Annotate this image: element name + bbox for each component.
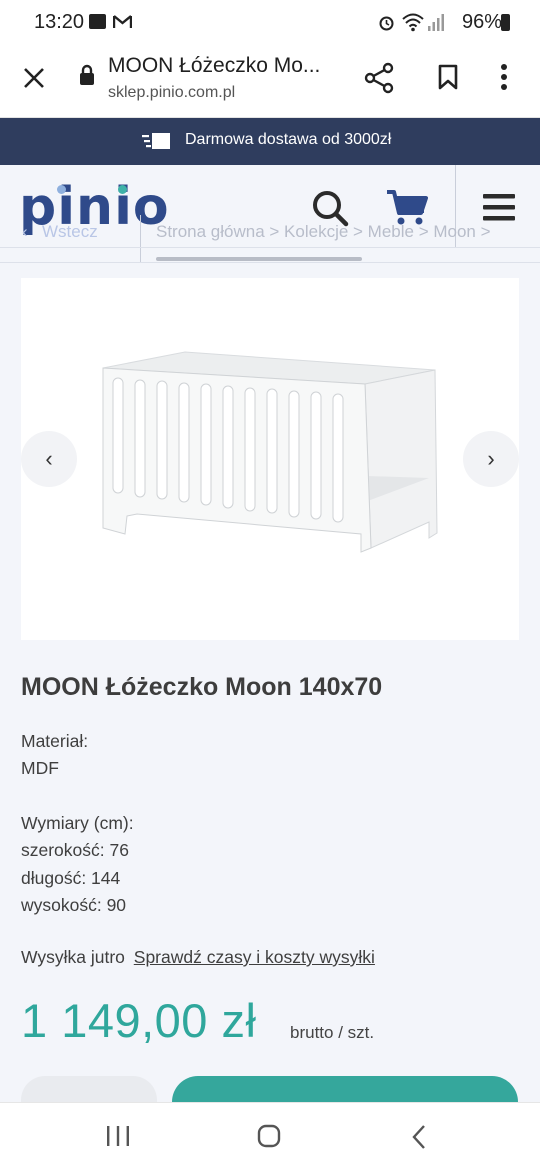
breadcrumb-top-line: [0, 247, 540, 248]
dimension-length: długość: 144: [21, 868, 121, 888]
page-title[interactable]: MOON Łóżeczko Mo...: [108, 54, 320, 78]
product-image: [102, 351, 438, 553]
material-value: MDF: [21, 758, 59, 778]
dimensions-label: Wymiary (cm):: [21, 813, 134, 833]
shipping-text: Wysyłka jutro: [21, 947, 125, 967]
home-icon[interactable]: [257, 1124, 281, 1153]
gallery-notification-icon: [89, 14, 106, 29]
back-link[interactable]: ‹ Wstecz: [22, 222, 98, 242]
alarm-icon: [378, 14, 395, 36]
delivery-icon: [142, 131, 172, 156]
shipping-info: Wysyłka jutro Sprawdź czasy i koszty wys…: [21, 947, 375, 968]
status-bar: 13:20 96%: [0, 0, 540, 46]
share-icon[interactable]: [364, 62, 394, 99]
battery-icon: [501, 14, 510, 31]
close-tab-icon[interactable]: [22, 66, 46, 95]
clock: 13:20: [34, 11, 85, 33]
back-label: Wstecz: [42, 222, 98, 241]
recent-apps-icon[interactable]: [106, 1125, 130, 1152]
logo-dot: [57, 185, 66, 194]
product-price: 1 149,00 zł: [21, 994, 257, 1047]
url-text[interactable]: sklep.pinio.com.pl: [108, 84, 235, 102]
gallery-prev-button[interactable]: ‹: [21, 431, 77, 487]
chevron-left-icon: ‹: [45, 446, 53, 471]
back-nav-icon[interactable]: [411, 1124, 427, 1155]
shipping-link[interactable]: Sprawdź czasy i koszty wysyłki: [134, 947, 375, 967]
product-gallery[interactable]: ‹ ›: [21, 278, 519, 640]
promo-banner: Darmowa dostawa od 3000zł: [0, 118, 540, 165]
signal-icon: [428, 13, 444, 36]
dimension-width: szerokość: 76: [21, 840, 129, 860]
chevron-left-icon: ‹: [22, 222, 28, 241]
chevron-right-icon: ›: [487, 446, 495, 471]
material-label: Materiał:: [21, 731, 89, 751]
price-unit: brutto / szt.: [290, 1023, 375, 1042]
more-options-icon[interactable]: [500, 63, 508, 96]
battery-level: 96%: [461, 11, 502, 33]
bookmark-icon[interactable]: [437, 64, 459, 95]
system-navigation-bar: [0, 1102, 540, 1170]
site-header: pinio: [0, 165, 540, 263]
lock-icon: [78, 64, 96, 91]
gmail-notification-icon: [112, 14, 133, 34]
dimension-height: wysokość: 90: [21, 895, 127, 915]
product-title: MOON Łóżeczko Moon 140x70: [21, 673, 383, 701]
breadcrumb-divider: [140, 215, 141, 262]
promo-text: Darmowa dostawa od 3000zł: [185, 131, 392, 148]
breadcrumb[interactable]: Strona główna > Kolekcje > Meble > Moon …: [156, 222, 540, 246]
gallery-next-button[interactable]: ›: [463, 431, 519, 487]
browser-toolbar: MOON Łóżeczko Mo... sklep.pinio.com.pl: [0, 46, 540, 118]
scroll-indicator: [156, 257, 362, 261]
wifi-icon: [401, 12, 425, 37]
logo-dot-2: [118, 185, 127, 194]
